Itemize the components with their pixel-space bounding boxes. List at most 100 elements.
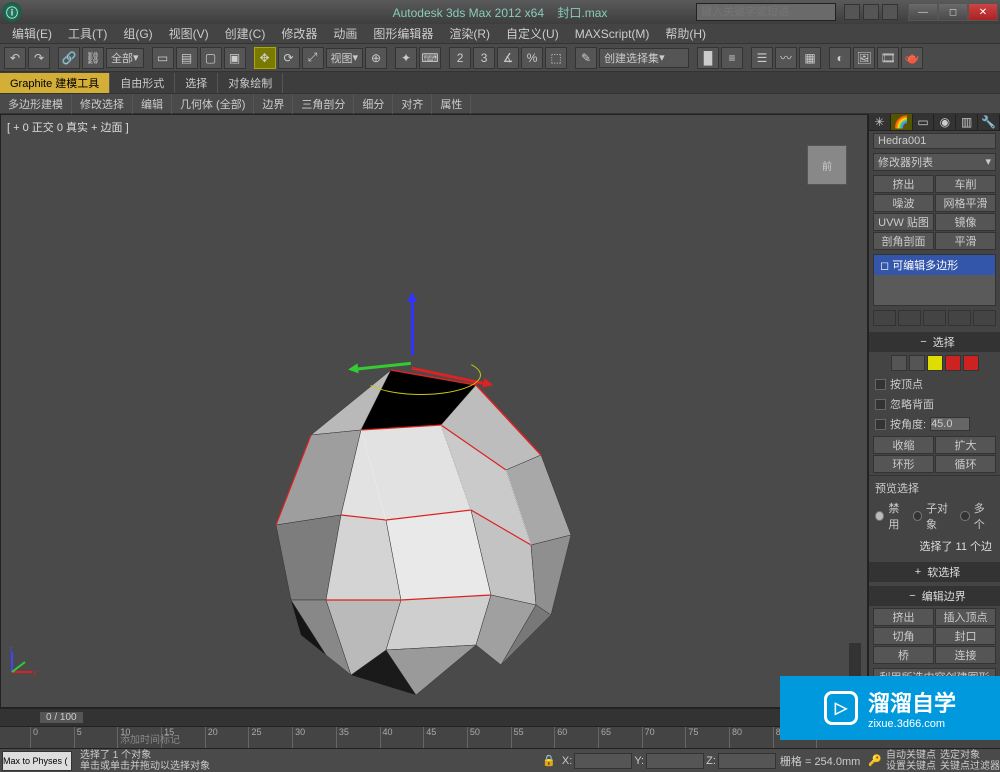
maximize-button[interactable]: ◻	[938, 3, 968, 21]
tab-graphite[interactable]: Graphite 建模工具	[0, 73, 110, 93]
schematic-icon[interactable]: ▦	[799, 47, 821, 69]
render-icon[interactable]: 🫖	[901, 47, 923, 69]
menu-views[interactable]: 视图(V)	[161, 25, 217, 42]
menu-rendering[interactable]: 渲染(R)	[441, 25, 498, 42]
rollout-soft[interactable]: +软选择	[869, 562, 1000, 582]
window-crossing-icon[interactable]: ▣	[224, 47, 246, 69]
app-icon[interactable]: ⓘ	[2, 2, 22, 22]
preset-mirror[interactable]: 镜像	[935, 213, 996, 231]
menu-modifiers[interactable]: 修改器	[273, 25, 325, 42]
tab-selection[interactable]: 选择	[175, 73, 218, 93]
add-time-tag[interactable]: 添加时间标记	[120, 731, 180, 746]
redo-icon[interactable]: ↷	[28, 47, 50, 69]
menu-create[interactable]: 创建(C)	[217, 25, 274, 42]
snaps-3d-icon[interactable]: 3	[473, 47, 495, 69]
modifier-stack[interactable]: ◻ 可编辑多边形	[873, 254, 996, 306]
rollout-edit-boundary[interactable]: −编辑边界	[869, 586, 1000, 606]
object-name-field[interactable]: Hedra001	[873, 133, 996, 149]
sub-edit[interactable]: 编辑	[133, 94, 172, 114]
axis-z-icon[interactable]	[411, 295, 414, 355]
material-editor-icon[interactable]: ◐	[829, 47, 851, 69]
sub-subdiv[interactable]: 细分	[354, 94, 393, 114]
key-icon[interactable]: 🔑	[864, 754, 886, 767]
menu-edit[interactable]: 编辑(E)	[4, 25, 60, 42]
preset-extrude[interactable]: 挤出	[873, 175, 934, 193]
selection-scope-dropdown[interactable]: 全部 ▾	[106, 48, 144, 68]
tab-create-icon[interactable]: ✳	[869, 114, 891, 130]
stack-pin-icon[interactable]	[873, 310, 896, 326]
named-selection-dropdown[interactable]: 创建选择集 ▾	[599, 48, 689, 68]
star-icon[interactable]	[863, 4, 879, 20]
select-icon[interactable]: ▭	[152, 47, 174, 69]
preset-smooth[interactable]: 平滑	[935, 232, 996, 250]
menu-group[interactable]: 组(G)	[115, 25, 160, 42]
render-frame-icon[interactable]: 🎞	[877, 47, 899, 69]
menu-animation[interactable]: 动画	[325, 25, 365, 42]
btn-cap[interactable]: 封口	[935, 627, 996, 645]
sub-border[interactable]: 边界	[254, 94, 293, 114]
unlink-icon[interactable]: ⛓	[82, 47, 104, 69]
link-icon[interactable]: 🔗	[58, 47, 80, 69]
align-icon[interactable]: ≡	[721, 47, 743, 69]
btn-chamfer[interactable]: 切角	[873, 627, 934, 645]
radio-multi[interactable]	[960, 511, 969, 521]
sub-props[interactable]: 属性	[432, 94, 471, 114]
comm-icon[interactable]	[882, 4, 898, 20]
tab-hierarchy-icon[interactable]: ▭	[913, 114, 935, 130]
coord-x-input[interactable]	[574, 753, 632, 769]
lock-icon[interactable]: 🔒	[536, 754, 562, 767]
btn-connect[interactable]: 连接	[935, 646, 996, 664]
stack-editable-poly[interactable]: ◻ 可编辑多边形	[874, 255, 995, 275]
btn-insert-vertex[interactable]: 插入顶点	[935, 608, 996, 626]
rollout-selection[interactable]: −选择	[869, 332, 1000, 352]
btn-extrude[interactable]: 挤出	[873, 608, 934, 626]
angle-snap-icon[interactable]: ∡	[497, 47, 519, 69]
autokey-button[interactable]: 自动关键点	[886, 750, 936, 761]
tab-freeform[interactable]: 自由形式	[110, 73, 175, 93]
minimize-button[interactable]: —	[908, 3, 938, 21]
sub-align[interactable]: 对齐	[393, 94, 432, 114]
stack-show-icon[interactable]	[898, 310, 921, 326]
btn-shrink[interactable]: 收缩	[873, 436, 934, 454]
preset-bevel[interactable]: 剖角剖面	[873, 232, 934, 250]
viewcube[interactable]: 前	[807, 145, 847, 185]
percent-snap-icon[interactable]: %	[521, 47, 543, 69]
move-icon[interactable]: ✥	[254, 47, 276, 69]
tab-utilities-icon[interactable]: 🔧	[978, 114, 1000, 130]
close-button[interactable]: ✕	[968, 3, 998, 21]
sub-tri[interactable]: 三角剖分	[293, 94, 354, 114]
radio-off[interactable]	[875, 511, 884, 521]
sub-modifysel[interactable]: 修改选择	[72, 94, 133, 114]
stack-remove-icon[interactable]	[948, 310, 971, 326]
coord-y-input[interactable]	[646, 753, 704, 769]
help-icon[interactable]	[844, 4, 860, 20]
mirror-icon[interactable]: ▐▌	[697, 47, 719, 69]
manipulate-icon[interactable]: ✦	[395, 47, 417, 69]
rotate-icon[interactable]: ⟳	[278, 47, 300, 69]
edit-named-sel-icon[interactable]: ✎	[575, 47, 597, 69]
select-name-icon[interactable]: ▤	[176, 47, 198, 69]
scale-icon[interactable]: ⤢	[302, 47, 324, 69]
preset-meshsmooth[interactable]: 网格平滑	[935, 194, 996, 212]
preset-noise[interactable]: 噪波	[873, 194, 934, 212]
setkey-button[interactable]: 设置关键点	[886, 761, 936, 772]
pivot-icon[interactable]: ⊕	[365, 47, 387, 69]
subobj-border-icon[interactable]	[927, 355, 943, 371]
menu-grapheditor[interactable]: 图形编辑器	[365, 25, 441, 42]
preset-lathe[interactable]: 车削	[935, 175, 996, 193]
btn-bridge[interactable]: 桥	[873, 646, 934, 664]
menu-customize[interactable]: 自定义(U)	[498, 25, 567, 42]
subobj-poly-icon[interactable]	[945, 355, 961, 371]
menu-maxscript[interactable]: MAXScript(M)	[567, 27, 658, 41]
subobj-element-icon[interactable]	[963, 355, 979, 371]
stack-config-icon[interactable]	[973, 310, 996, 326]
chk-ignore-backface[interactable]	[875, 399, 886, 410]
tab-display-icon[interactable]: ▥	[956, 114, 978, 130]
tab-objectpaint[interactable]: 对象绘制	[218, 73, 283, 93]
menu-help[interactable]: 帮助(H)	[657, 25, 714, 42]
viewport[interactable]: [ + 0 正交 0 真实 + 边面 ] 前	[0, 114, 868, 708]
sub-polymodel[interactable]: 多边形建模	[0, 94, 72, 114]
viewport-label[interactable]: [ + 0 正交 0 真实 + 边面 ]	[7, 119, 129, 135]
angle-spinner[interactable]: 45.0	[930, 417, 970, 431]
menu-tools[interactable]: 工具(T)	[60, 25, 115, 42]
